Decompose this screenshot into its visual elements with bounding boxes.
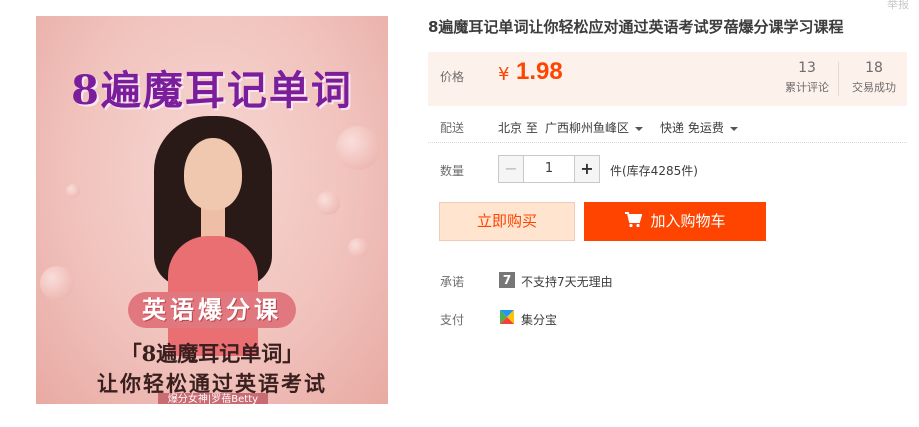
deals-label: 交易成功: [852, 81, 896, 94]
chevron-down-icon: [729, 126, 738, 131]
decor-bubble: [348, 238, 368, 258]
quantity-label: 数量: [440, 164, 465, 178]
image-banner-subtitle: 「8遍魔耳记单词」: [120, 341, 304, 366]
seven-day-icon: 7: [499, 272, 515, 288]
promise-label: 承诺: [440, 275, 465, 289]
reviews-count: 13: [798, 60, 816, 76]
price-box: 价格 ¥ 1.98 13 累计评论 18 交易成功: [428, 52, 907, 106]
quantity-decrease-button[interactable]: −: [498, 155, 524, 183]
shipping-method: 快递 免运费: [660, 121, 724, 135]
deals-stat[interactable]: 18 交易成功: [841, 60, 907, 95]
shipping-destination-select[interactable]: 广西柳州鱼峰区: [545, 119, 644, 136]
add-to-cart-button[interactable]: 加入购物车: [584, 202, 766, 241]
image-banner-course: 英语爆分课: [128, 292, 296, 328]
price-currency: ¥: [498, 64, 510, 85]
decor-bubble: [66, 184, 80, 198]
cart-icon: [625, 212, 643, 228]
promise-text: 不支持7天无理由: [521, 275, 613, 289]
quantity-stepper: − 1 +: [498, 155, 600, 183]
image-author-tag: 爆分女神|罗蓓Betty: [158, 393, 268, 404]
stat-divider: [838, 62, 839, 96]
divider: [428, 142, 907, 143]
product-image[interactable]: 8遍魔耳记单词 英语爆分课 「8遍魔耳记单词」 让你轻松通过英语考试 爆分女神|…: [36, 16, 388, 404]
price-value: 1.98: [516, 58, 563, 85]
image-heading: 8遍魔耳记单词: [71, 67, 353, 114]
shipping-method-select[interactable]: 快递 免运费: [660, 119, 738, 136]
reviews-label: 累计评论: [785, 81, 829, 94]
decor-bubble: [40, 266, 74, 300]
quantity-increase-button[interactable]: +: [574, 155, 600, 183]
price-label: 价格: [440, 70, 465, 84]
report-link[interactable]: 举报: [887, 0, 909, 12]
chevron-down-icon: [635, 126, 644, 131]
deals-count: 18: [865, 60, 883, 76]
buy-now-button[interactable]: 立即购买: [439, 202, 575, 241]
reviews-stat[interactable]: 13 累计评论: [774, 60, 840, 95]
decor-bubble: [336, 126, 380, 170]
product-page: 8遍魔耳记单词 英语爆分课 「8遍魔耳记单词」 让你轻松通过英语考试 爆分女神|…: [0, 0, 919, 427]
quantity-input[interactable]: 1: [524, 155, 574, 183]
shipping-from: 北京 至: [498, 121, 538, 135]
product-title: 8遍魔耳记单词让你轻松应对通过英语考试罗蓓爆分课学习课程: [428, 18, 844, 36]
payment-label: 支付: [440, 313, 465, 327]
jifenbao-icon: [500, 310, 514, 324]
decor-bubble: [316, 191, 340, 215]
quantity-stock: 件(库存4285件): [610, 164, 698, 178]
shipping-label: 配送: [440, 121, 465, 135]
add-to-cart-label: 加入购物车: [650, 212, 726, 230]
payment-text: 集分宝: [521, 313, 558, 327]
shipping-destination: 广西柳州鱼峰区: [545, 121, 630, 135]
